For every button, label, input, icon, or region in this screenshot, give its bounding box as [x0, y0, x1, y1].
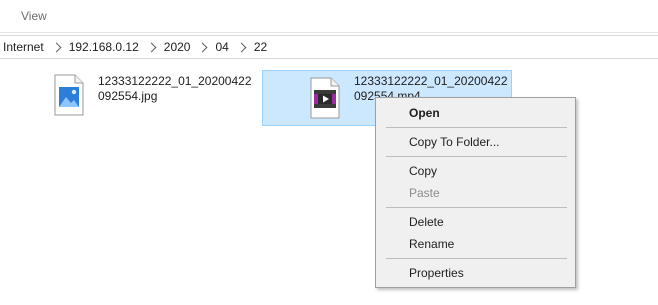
- breadcrumb-year[interactable]: 2020: [160, 40, 195, 54]
- chevron-right-icon[interactable]: [51, 42, 62, 52]
- menu-item-open[interactable]: Open: [376, 103, 575, 123]
- file-name: 12333122222_01_20200422092554.jpg: [98, 74, 252, 103]
- image-file-icon: [52, 72, 86, 118]
- chevron-right-icon[interactable]: [198, 42, 208, 52]
- ribbon: View: [0, 0, 658, 33]
- menu-separator: [386, 156, 567, 157]
- address-bar[interactable]: Internet 192.168.0.12 2020 04 22: [0, 35, 658, 59]
- menu-separator: [386, 207, 567, 208]
- breadcrumb-internet[interactable]: Internet: [0, 40, 48, 54]
- view-tab[interactable]: View: [21, 9, 47, 23]
- chevron-right-icon[interactable]: [236, 42, 247, 52]
- video-file-icon: [308, 75, 342, 121]
- menu-item-rename[interactable]: Rename: [376, 234, 575, 254]
- menu-item-properties[interactable]: Properties: [376, 263, 575, 283]
- context-menu: Open Copy To Folder... Copy Paste Delete…: [375, 97, 576, 288]
- menu-separator: [386, 258, 567, 259]
- menu-item-copy-to-folder[interactable]: Copy To Folder...: [376, 132, 575, 152]
- breadcrumb-month[interactable]: 04: [211, 40, 232, 54]
- menu-item-paste: Paste: [409, 186, 440, 200]
- breadcrumb-host[interactable]: 192.168.0.12: [65, 40, 143, 54]
- menu-separator: [386, 127, 567, 128]
- menu-item-delete[interactable]: Delete: [376, 212, 575, 232]
- file-item-jpg[interactable]: 12333122222_01_20200422092554.jpg: [52, 72, 258, 124]
- breadcrumb-day[interactable]: 22: [250, 40, 271, 54]
- chevron-right-icon[interactable]: [146, 42, 157, 52]
- menu-item-copy[interactable]: Copy: [376, 161, 575, 181]
